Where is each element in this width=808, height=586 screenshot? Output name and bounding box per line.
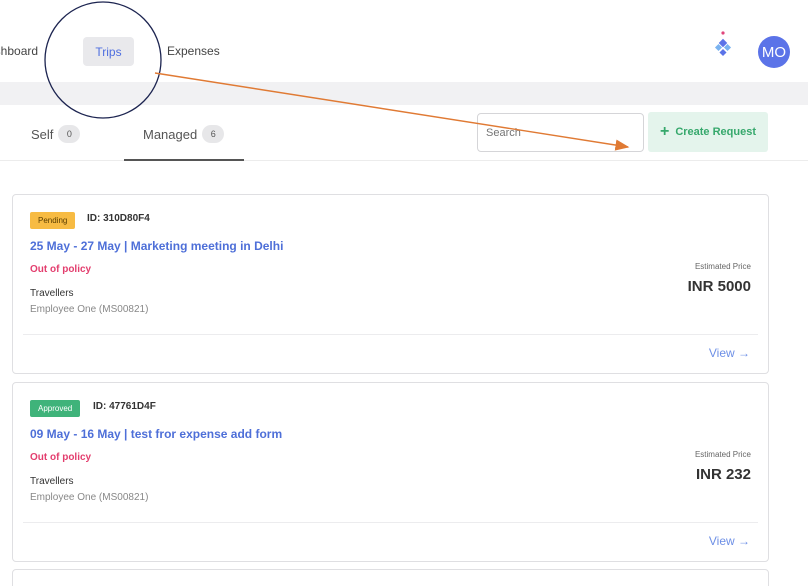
tab-bar: Self 0 Managed 6 + Create Request bbox=[0, 105, 808, 161]
card-divider bbox=[23, 334, 758, 335]
view-link[interactable]: View → bbox=[709, 534, 750, 548]
status-badge: Approved bbox=[30, 400, 81, 417]
travellers-label: Travellers bbox=[30, 288, 74, 299]
traveller-name: Employee One (MS00821) bbox=[30, 492, 149, 503]
estimated-price-label: Estimated Price bbox=[694, 262, 751, 271]
policy-status: Out of policy bbox=[30, 264, 92, 275]
create-request-label: Create Request bbox=[675, 126, 757, 138]
tab-self-label: Self bbox=[31, 126, 54, 142]
create-request-button[interactable]: + Create Request bbox=[648, 112, 768, 152]
nav-expenses[interactable]: Expenses bbox=[167, 44, 220, 58]
trip-card: Pending ID: 310D80F4 25 May - 27 May | M… bbox=[12, 194, 769, 374]
tab-self[interactable]: Self 0 bbox=[31, 125, 81, 143]
trip-id: ID: 310D80F4 bbox=[87, 213, 150, 224]
status-badge: Pending bbox=[30, 212, 76, 229]
apps-icon[interactable] bbox=[712, 30, 734, 60]
estimated-price-label: Estimated Price bbox=[694, 450, 751, 459]
nav-dashboard[interactable]: ashboard bbox=[0, 44, 38, 58]
nav-trips[interactable]: Trips bbox=[83, 37, 134, 66]
traveller-name: Employee One (MS00821) bbox=[30, 304, 149, 315]
trip-card bbox=[12, 569, 769, 586]
card-divider bbox=[23, 522, 758, 523]
trip-card: Approved ID: 47761D4F 09 May - 16 May | … bbox=[12, 382, 769, 562]
tab-managed-label: Managed bbox=[143, 126, 198, 142]
top-navbar: ashboard Trips Expenses MO bbox=[0, 0, 808, 82]
trip-title[interactable]: 09 May - 16 May | test fror expense add … bbox=[30, 427, 282, 441]
estimated-price: INR 5000 bbox=[687, 278, 751, 295]
tab-managed-count: 6 bbox=[202, 125, 225, 143]
plus-icon: + bbox=[659, 123, 670, 140]
search-input[interactable] bbox=[477, 113, 644, 152]
travellers-label: Travellers bbox=[30, 476, 74, 487]
view-link[interactable]: View → bbox=[709, 346, 750, 360]
estimated-price: INR 232 bbox=[695, 466, 751, 483]
trip-title[interactable]: 25 May - 27 May | Marketing meeting in D… bbox=[30, 239, 283, 253]
tab-managed[interactable]: Managed 6 bbox=[143, 125, 225, 143]
trip-id: ID: 47761D4F bbox=[93, 401, 156, 412]
avatar[interactable]: MO bbox=[758, 36, 790, 68]
tab-self-count: 0 bbox=[58, 125, 81, 143]
policy-status: Out of policy bbox=[30, 452, 92, 463]
